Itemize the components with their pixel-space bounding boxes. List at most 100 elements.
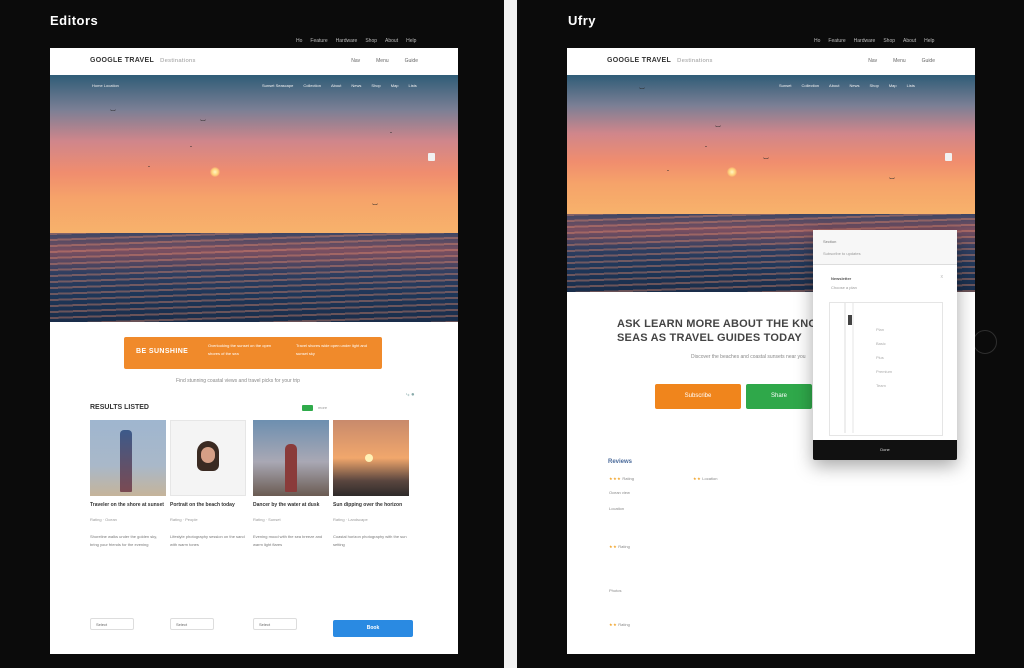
plan-option[interactable]: Plan xyxy=(876,323,892,337)
card-image[interactable] xyxy=(170,420,246,496)
modal-header-a: Section xyxy=(823,239,837,244)
toplink[interactable]: About xyxy=(903,38,916,44)
nav-link[interactable]: Menu xyxy=(376,58,389,64)
share-button[interactable]: Share xyxy=(746,384,812,409)
card-meta: Rating · Sunset xyxy=(253,517,281,522)
top-links: Ho Feature Hardware Shop About Help xyxy=(814,38,934,44)
list-item: Ocean view xyxy=(609,490,630,495)
toplink[interactable]: Shop xyxy=(883,38,895,44)
result-card[interactable]: Portrait on the beach today Rating · Peo… xyxy=(170,420,246,630)
hero-nav-link[interactable]: News xyxy=(351,83,361,88)
bird-icon: ︶ xyxy=(110,111,117,117)
hero-breadcrumb[interactable]: Home Location xyxy=(92,83,119,88)
toplink[interactable]: Ho xyxy=(814,38,820,44)
nav-link[interactable]: Guide xyxy=(922,58,935,64)
bird-icon: ˇ xyxy=(705,147,707,153)
card-image[interactable] xyxy=(90,420,166,496)
toplink[interactable]: Ho xyxy=(296,38,302,44)
gallery-icon[interactable] xyxy=(945,153,952,161)
result-card[interactable]: Dancer by the water at dusk Rating · Sun… xyxy=(253,420,329,630)
bird-icon: ︶ xyxy=(372,205,379,211)
web-page: GOOGLE TRAVEL Destinations Nav Menu Guide… xyxy=(50,48,458,654)
book-button[interactable]: Book xyxy=(333,620,413,637)
share-icon[interactable]: ⤷ ● xyxy=(406,392,415,399)
brand-label[interactable]: GOOGLE TRAVEL xyxy=(607,57,671,64)
card-image[interactable] xyxy=(253,420,329,496)
result-card[interactable]: Traveler on the shore at sunset Rating ·… xyxy=(90,420,166,630)
toplink[interactable]: Feature xyxy=(310,38,327,44)
list-label: Rating xyxy=(622,476,634,481)
hero-nav-link[interactable]: Map xyxy=(889,83,897,88)
bird-icon: ˇ xyxy=(190,147,192,153)
gallery-icon[interactable] xyxy=(428,153,435,161)
nav-link[interactable]: Menu xyxy=(893,58,906,64)
hero-nav-link[interactable]: Shop xyxy=(371,83,380,88)
filter-toggle[interactable] xyxy=(302,405,313,411)
nav-links: Nav Menu Guide xyxy=(868,58,935,64)
nav-link[interactable]: Nav xyxy=(351,58,360,64)
plan-list: Plan Basic Plus Premium Team xyxy=(876,323,892,393)
hero-nav-link[interactable]: Lists xyxy=(907,83,915,88)
hero-nav-link[interactable]: News xyxy=(849,83,859,88)
hero-nav: Sunset Collection About News Shop Map Li… xyxy=(779,83,915,88)
hero-nav-link[interactable]: About xyxy=(829,83,839,88)
hero-nav-link[interactable]: Sunset xyxy=(779,83,791,88)
hero-nav-link[interactable]: Shop xyxy=(870,83,879,88)
hero-sky xyxy=(567,75,975,214)
card-desc: Evening mood with the sea breeze and war… xyxy=(253,534,323,547)
toplink[interactable]: Feature xyxy=(828,38,845,44)
result-card[interactable]: Sun dipping over the horizon Rating · La… xyxy=(333,420,409,549)
toplink[interactable]: Help xyxy=(924,38,934,44)
section-title: RESULTS LISTED xyxy=(90,404,149,411)
list-item: ★★ Rating xyxy=(609,622,630,627)
left-window: Editors Ho Feature Hardware Shop About H… xyxy=(0,0,504,668)
toplink[interactable]: Hardware xyxy=(854,38,876,44)
carousel-next-button[interactable] xyxy=(973,330,997,354)
person-figure xyxy=(120,430,132,492)
nav-link[interactable]: Guide xyxy=(405,58,418,64)
hero-nav: Sunset Seascape Collection About News Sh… xyxy=(262,83,417,88)
toplink[interactable]: Help xyxy=(406,38,416,44)
sun-icon xyxy=(210,167,220,177)
plan-option[interactable]: Team xyxy=(876,379,892,393)
promo-banner[interactable]: BE SUNSHINE Overlooking the sunset on th… xyxy=(124,337,382,369)
sun-icon xyxy=(365,454,373,462)
card-title: Dancer by the water at dusk xyxy=(253,502,320,508)
window-title: Editors xyxy=(50,13,99,28)
close-icon[interactable]: x xyxy=(941,274,944,280)
plan-option[interactable]: Basic xyxy=(876,337,892,351)
card-select[interactable]: Select xyxy=(170,618,214,630)
bird-icon: ˇ xyxy=(667,171,669,177)
hero-nav-link[interactable]: About xyxy=(331,83,341,88)
toplink[interactable]: About xyxy=(385,38,398,44)
toplink[interactable]: Hardware xyxy=(336,38,358,44)
card-meta: Rating · Landscape xyxy=(333,517,368,522)
plan-option[interactable]: Plus xyxy=(876,351,892,365)
site-brand[interactable]: GOOGLE TRAVEL Destinations xyxy=(90,57,196,64)
modal-done-button[interactable]: Done xyxy=(813,440,957,460)
card-select[interactable]: Select xyxy=(90,618,134,630)
plan-option[interactable]: Premium xyxy=(876,365,892,379)
modal-header-b: Subscribe to updates xyxy=(823,251,861,256)
card-meta: Rating · Ocean xyxy=(90,517,117,522)
nav-link[interactable]: Nav xyxy=(868,58,877,64)
subscribe-button[interactable]: Subscribe xyxy=(655,384,741,409)
hero-nav-link[interactable]: Sunset Seascape xyxy=(262,83,293,88)
subscribe-modal[interactable]: Section Subscribe to updates Newsletter … xyxy=(813,230,957,460)
star-rating: ★★★ xyxy=(609,476,622,481)
list-label: Location xyxy=(702,476,718,481)
portrait-face xyxy=(201,447,215,463)
filter-label[interactable]: more xyxy=(318,405,327,410)
page-subline: Discover the beaches and coastal sunsets… xyxy=(691,354,806,360)
toplink[interactable]: Shop xyxy=(365,38,377,44)
hero-nav-link[interactable]: Collection xyxy=(801,83,819,88)
card-select[interactable]: Select xyxy=(253,618,297,630)
hero-nav-link[interactable]: Map xyxy=(391,83,399,88)
site-brand[interactable]: GOOGLE TRAVEL Destinations xyxy=(607,57,713,64)
brand-label[interactable]: GOOGLE TRAVEL xyxy=(90,57,154,64)
card-image[interactable] xyxy=(333,420,409,496)
hero-nav-link[interactable]: Collection xyxy=(303,83,321,88)
hero-nav-link[interactable]: Lists xyxy=(409,83,417,88)
plan-panel[interactable]: Plan Basic Plus Premium Team xyxy=(829,302,943,436)
card-title: Sun dipping over the horizon xyxy=(333,502,403,508)
